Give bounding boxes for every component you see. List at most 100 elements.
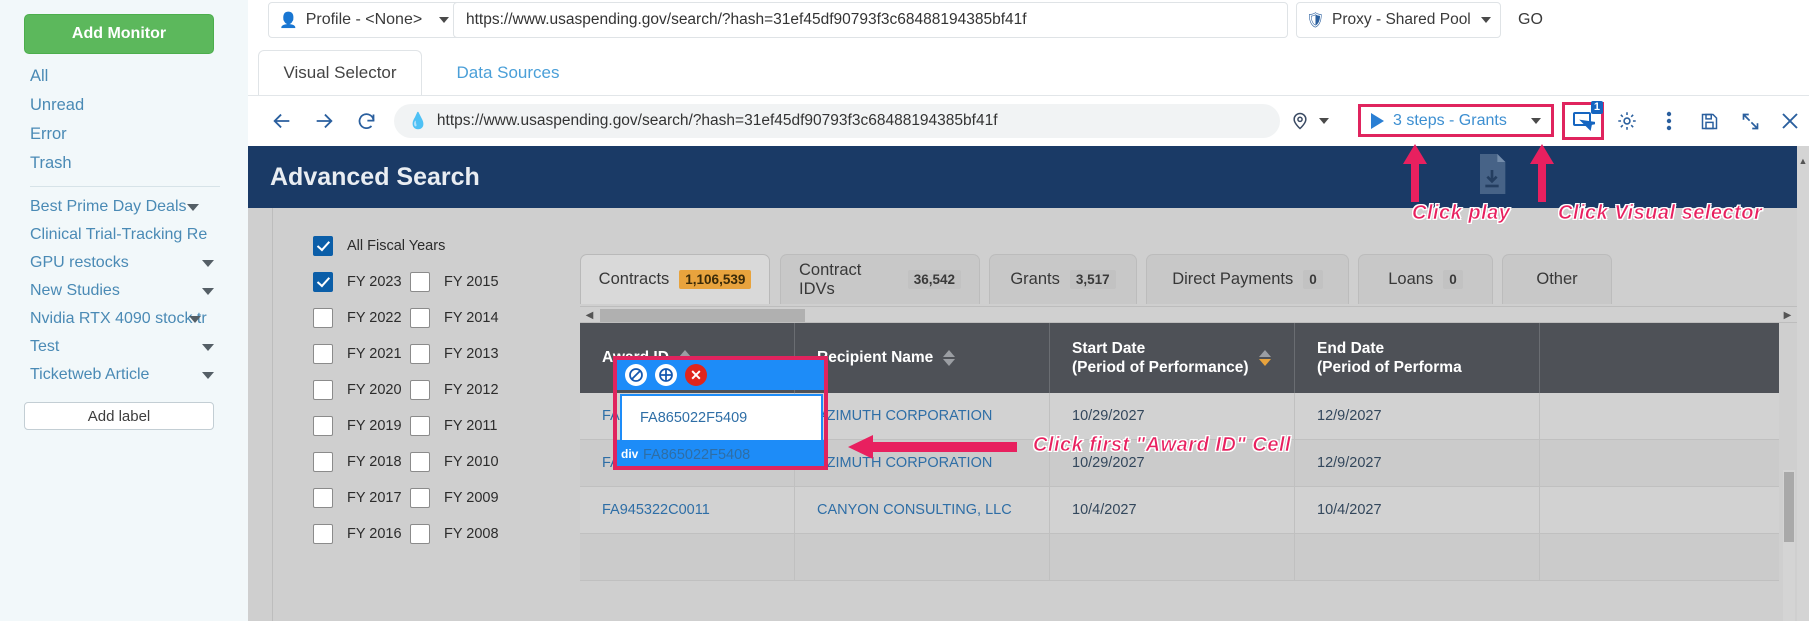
- fiscal-year-option[interactable]: FY 2020: [313, 380, 410, 400]
- scroll-up-arrow[interactable]: ▲: [1797, 154, 1809, 168]
- result-tab-contracts[interactable]: Contracts 1,106,539: [580, 254, 770, 304]
- checkbox-fy[interactable]: [410, 380, 430, 400]
- add-label-button[interactable]: Add label: [24, 402, 214, 430]
- fiscal-year-option[interactable]: FY 2021: [313, 344, 410, 364]
- column-header-start-date[interactable]: Start Date (Period of Performance): [1050, 323, 1295, 393]
- fiscal-year-option[interactable]: FY 2010: [410, 452, 507, 472]
- result-tab-loans[interactable]: Loans 0: [1358, 254, 1493, 304]
- gear-icon[interactable]: [1612, 106, 1642, 136]
- go-button[interactable]: GO: [1518, 2, 1543, 38]
- checkbox-all-fiscal-years[interactable]: [313, 236, 333, 256]
- chevron-down-icon[interactable]: [188, 315, 201, 323]
- back-arrow-icon[interactable]: [268, 107, 296, 135]
- play-icon[interactable]: [1371, 112, 1384, 129]
- checkbox-fy[interactable]: [410, 272, 430, 292]
- chevron-down-icon[interactable]: [202, 371, 214, 379]
- fiscal-year-option[interactable]: FY 2009: [410, 488, 507, 508]
- column-header-end-date[interactable]: End Date (Period of Performa: [1295, 323, 1540, 393]
- checkbox-fy[interactable]: [313, 452, 333, 472]
- fiscal-year-option[interactable]: FY 2023: [313, 272, 410, 292]
- kebab-menu-icon[interactable]: [1654, 106, 1684, 136]
- selected-element-value[interactable]: FA865022F5409: [620, 394, 823, 442]
- sidebar-item-all[interactable]: All: [0, 62, 248, 91]
- checkbox-fy[interactable]: [410, 452, 430, 472]
- page-vertical-scrollbar[interactable]: ▲: [1797, 146, 1809, 621]
- fiscal-year-option[interactable]: FY 2022: [313, 308, 410, 328]
- checkbox-fy[interactable]: [313, 524, 333, 544]
- fiscal-year-option[interactable]: FY 2014: [410, 308, 507, 328]
- sidebar-item-new-studies[interactable]: New Studies: [0, 277, 248, 305]
- chevron-down-icon[interactable]: [186, 203, 199, 211]
- fiscal-year-option[interactable]: FY 2013: [410, 344, 507, 364]
- checkbox-fy[interactable]: [313, 272, 333, 292]
- table-row[interactable]: FA945322C0011 CANYON CONSULTING, LLC 10/…: [580, 487, 1779, 534]
- location-pin-control[interactable]: [1290, 104, 1345, 138]
- chevron-down-icon[interactable]: [202, 259, 214, 267]
- sidebar-item-nvidia-rtx-4090[interactable]: Nvidia RTX 4090 stock tr: [0, 305, 248, 333]
- result-tab-direct-payments[interactable]: Direct Payments 0: [1146, 254, 1349, 304]
- fiscal-year-option[interactable]: FY 2015: [410, 272, 507, 292]
- chevron-down-icon[interactable]: [202, 343, 214, 351]
- visual-selector-button[interactable]: 1: [1562, 101, 1604, 140]
- result-tab-grants[interactable]: Grants 3,517: [989, 254, 1137, 304]
- sidebar-item-trash[interactable]: Trash: [0, 149, 248, 178]
- tab-visual-selector[interactable]: Visual Selector: [258, 50, 422, 96]
- checkbox-fy[interactable]: [410, 524, 430, 544]
- result-tab-contract-idvs[interactable]: Contract IDVs 36,542: [780, 254, 980, 304]
- target-icon[interactable]: [655, 364, 677, 386]
- sidebar-item-gpu-restocks[interactable]: GPU restocks: [0, 249, 248, 277]
- scroll-right-arrow[interactable]: ▶: [1780, 308, 1795, 323]
- table-vertical-scrollbar[interactable]: [1783, 470, 1795, 621]
- chevron-down-icon[interactable]: [1531, 117, 1541, 124]
- sidebar-item-test[interactable]: Test: [0, 333, 248, 361]
- checkbox-fy[interactable]: [410, 344, 430, 364]
- tab-data-sources[interactable]: Data Sources: [428, 50, 588, 96]
- forward-arrow-icon[interactable]: [310, 107, 338, 135]
- add-monitor-button[interactable]: Add Monitor: [24, 14, 214, 54]
- fiscal-year-option[interactable]: FY 2008: [410, 524, 507, 544]
- fiscal-year-option[interactable]: FY 2019: [313, 416, 410, 436]
- cell-recipient[interactable]: CANYON CONSULTING, LLC: [795, 487, 1050, 533]
- scroll-left-arrow[interactable]: ◀: [582, 308, 597, 323]
- sort-icon[interactable]: [943, 350, 956, 366]
- chevron-down-icon[interactable]: [202, 287, 214, 295]
- checkbox-fy[interactable]: [410, 488, 430, 508]
- checkbox-fy[interactable]: [313, 416, 333, 436]
- fiscal-year-all-row[interactable]: All Fiscal Years: [313, 236, 573, 256]
- profile-selector[interactable]: 👤 Profile - <None>: [268, 2, 460, 38]
- fiscal-year-option[interactable]: FY 2017: [313, 488, 410, 508]
- save-disk-icon[interactable]: [1694, 106, 1724, 136]
- sidebar-item-unread[interactable]: Unread: [0, 91, 248, 120]
- fiscal-year-option[interactable]: FY 2018: [313, 452, 410, 472]
- table-row[interactable]: [580, 534, 1779, 581]
- checkbox-fy[interactable]: [313, 488, 333, 508]
- checkbox-fy[interactable]: [410, 416, 430, 436]
- checkbox-fy[interactable]: [313, 380, 333, 400]
- checkbox-fy[interactable]: [313, 344, 333, 364]
- fiscal-year-option[interactable]: FY 2016: [313, 524, 410, 544]
- sidebar-item-clinical-trial-tracking[interactable]: Clinical Trial-Tracking Re: [0, 221, 248, 249]
- proxy-selector[interactable]: 🛡 Proxy - Shared Pool: [1296, 2, 1501, 38]
- browser-address-bar[interactable]: 💧 https://www.usaspending.gov/search/?ha…: [394, 104, 1280, 138]
- fiscal-year-option[interactable]: FY 2011: [410, 416, 507, 436]
- sort-icon-active[interactable]: [1258, 350, 1271, 366]
- chevron-down-icon[interactable]: [1481, 17, 1491, 23]
- chevron-down-icon[interactable]: [1319, 118, 1329, 124]
- sidebar-item-ticketweb-article[interactable]: Ticketweb Article: [0, 361, 248, 389]
- checkbox-fy[interactable]: [410, 308, 430, 328]
- url-input[interactable]: https://www.usaspending.gov/search/?hash…: [453, 2, 1288, 38]
- chevron-down-icon[interactable]: [439, 17, 449, 23]
- column-header-recipient-name[interactable]: Recipient Name: [795, 323, 1050, 393]
- close-icon[interactable]: ✕: [685, 364, 707, 386]
- fiscal-year-option[interactable]: FY 2012: [410, 380, 507, 400]
- expand-icon[interactable]: [1735, 106, 1765, 136]
- horizontal-scrollbar[interactable]: ◀ ▶: [580, 306, 1797, 323]
- sidebar-item-best-prime-day-deals[interactable]: Best Prime Day Deals: [0, 193, 248, 221]
- close-icon[interactable]: [1775, 106, 1805, 136]
- scrollbar-thumb[interactable]: [600, 309, 805, 322]
- steps-playback-button[interactable]: 3 steps - Grants: [1358, 104, 1554, 137]
- sidebar-item-error[interactable]: Error: [0, 120, 248, 149]
- cell-award-id[interactable]: FA945322C0011: [580, 487, 795, 533]
- checkbox-fy[interactable]: [313, 308, 333, 328]
- reload-icon[interactable]: [352, 107, 380, 135]
